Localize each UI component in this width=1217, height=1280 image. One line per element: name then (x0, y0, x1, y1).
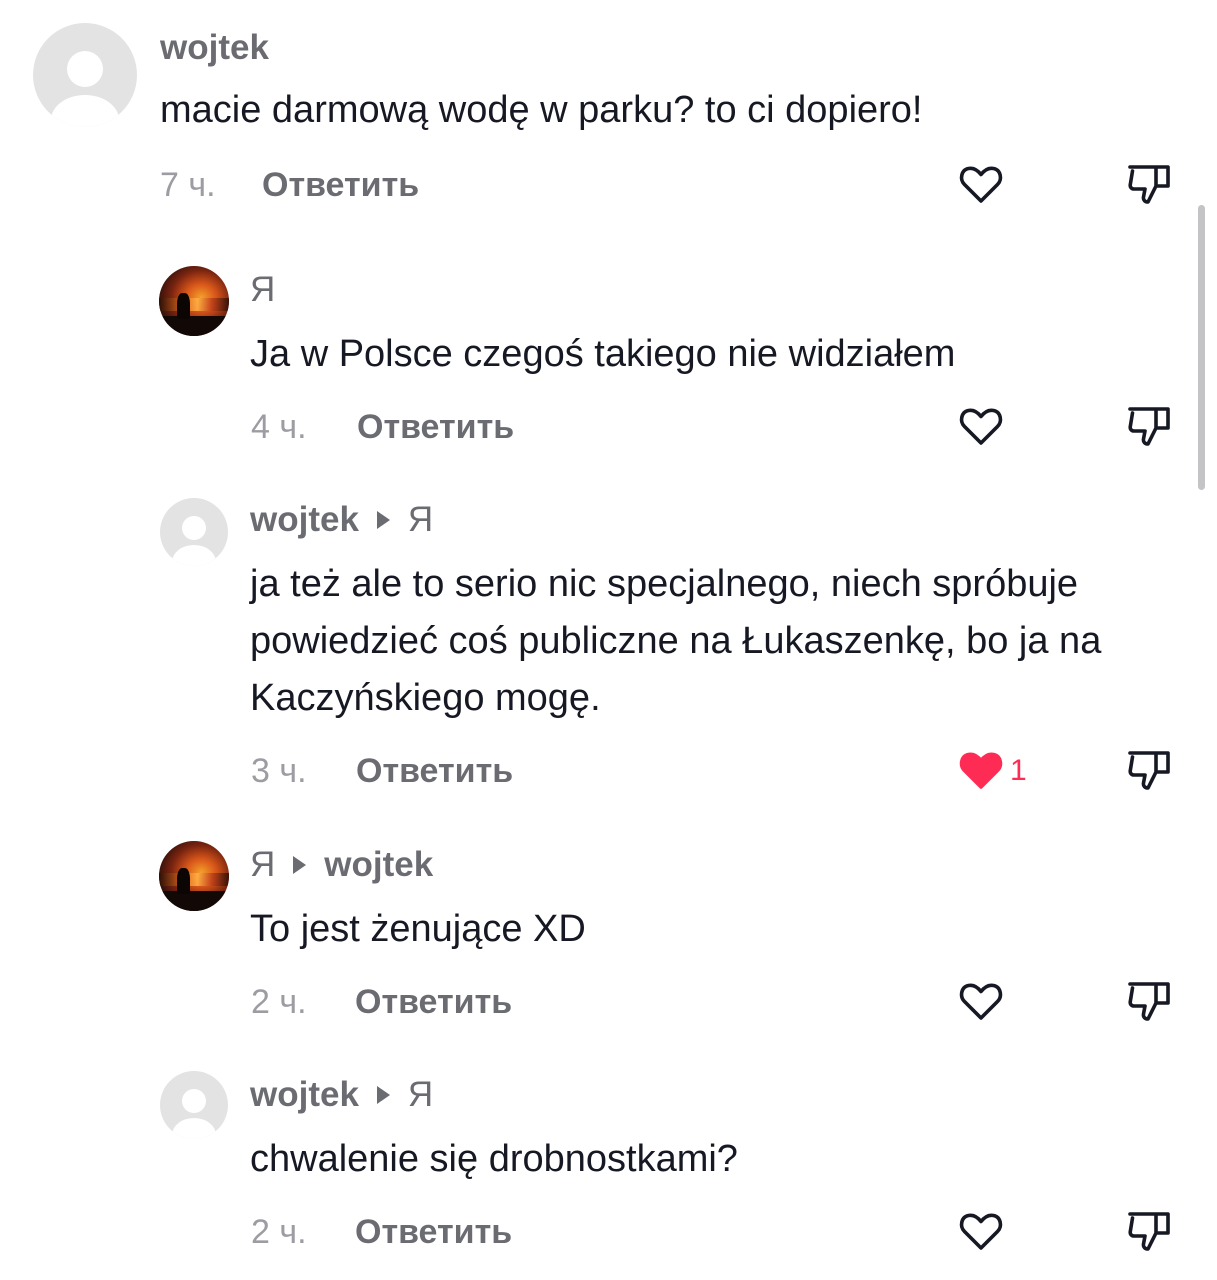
heart-icon[interactable] (957, 746, 1005, 794)
comment-author[interactable]: wojtek (160, 28, 269, 68)
heart-icon[interactable] (957, 402, 1005, 450)
avatar[interactable] (159, 841, 229, 911)
caret-right-icon (293, 856, 307, 874)
comment-text: macie darmową wodę w parku? to ci dopier… (160, 89, 923, 131)
comment-time: 3 ч. (251, 752, 307, 790)
heart-icon[interactable] (957, 977, 1005, 1025)
comment-item: wojtek Я ja też ale to serio nic specjal… (0, 480, 1217, 820)
comment-text: Ja w Polsce czegoś takiego nie widziałem (250, 333, 956, 375)
avatar[interactable] (159, 266, 229, 336)
comment-author[interactable]: wojtek Я (250, 1075, 433, 1115)
reply-target-name[interactable]: Я (408, 1075, 433, 1115)
comment-time: 2 ч. (251, 1213, 307, 1251)
heart-icon[interactable] (957, 160, 1005, 208)
avatar-head-shape (182, 1089, 206, 1113)
comment-author[interactable]: Я wojtek (250, 845, 433, 885)
author-name[interactable]: Я (250, 845, 275, 885)
avatar-ground (159, 316, 229, 336)
comment-item: wojtek macie darmową wodę w parku? to ci… (0, 0, 1217, 230)
comment-item: Я wojtek To jest żenujące XD 2 ч. Ответи… (0, 825, 1217, 1045)
author-name[interactable]: wojtek (160, 28, 269, 68)
reply-button[interactable]: Ответить (356, 752, 513, 791)
reply-button[interactable]: Ответить (357, 408, 514, 447)
reply-button[interactable]: Ответить (262, 166, 419, 205)
comment-text: To jest żenujące XD (250, 908, 586, 950)
author-name[interactable]: Я (250, 270, 275, 310)
reply-button[interactable]: Ответить (355, 983, 512, 1022)
comment-time: 2 ч. (251, 983, 307, 1021)
caret-right-icon (376, 511, 390, 529)
avatar[interactable] (160, 1071, 228, 1139)
thumbs-down-icon[interactable] (1126, 1207, 1174, 1255)
thumbs-down-icon[interactable] (1126, 402, 1174, 450)
avatar-ground (159, 891, 229, 911)
comment-item: wojtek Я chwalenie się drobnostkami? 2 ч… (0, 1055, 1217, 1280)
avatar-sunset-band (159, 873, 229, 886)
comment-time: 4 ч. (251, 408, 307, 446)
comment-author[interactable]: wojtek Я (250, 500, 433, 540)
caret-right-icon (376, 1086, 390, 1104)
thumbs-down-icon[interactable] (1126, 160, 1174, 208)
reply-target-name[interactable]: Я (408, 500, 433, 540)
thumbs-down-icon[interactable] (1126, 977, 1174, 1025)
reply-button[interactable]: Ответить (355, 1213, 512, 1252)
comment-text: chwalenie się drobnostkami? (250, 1138, 738, 1180)
comment-item: Я Ja w Polsce czegoś takiego nie widział… (0, 250, 1217, 470)
comment-time: 7 ч. (160, 166, 216, 204)
author-name[interactable]: wojtek (250, 1075, 359, 1115)
avatar-body-shape (51, 95, 119, 127)
avatar[interactable] (160, 498, 228, 566)
heart-icon[interactable] (957, 1207, 1005, 1255)
reply-target-name[interactable]: wojtek (324, 845, 433, 885)
comment-text: ja też ale to serio nic specjalnego, nie… (250, 563, 1102, 719)
avatar-head-shape (182, 516, 206, 540)
avatar-silhouette (177, 292, 190, 320)
author-name[interactable]: wojtek (250, 500, 359, 540)
avatar-body-shape (172, 1118, 216, 1139)
avatar-head-shape (67, 51, 103, 87)
avatar[interactable] (33, 23, 137, 127)
avatar-body-shape (172, 545, 216, 566)
comment-author[interactable]: Я (250, 270, 275, 310)
scrollbar[interactable] (1198, 205, 1205, 490)
avatar-sunset-band (159, 298, 229, 311)
thumbs-down-icon[interactable] (1126, 746, 1174, 794)
avatar-silhouette (177, 867, 190, 895)
like-count: 1 (1010, 754, 1027, 787)
